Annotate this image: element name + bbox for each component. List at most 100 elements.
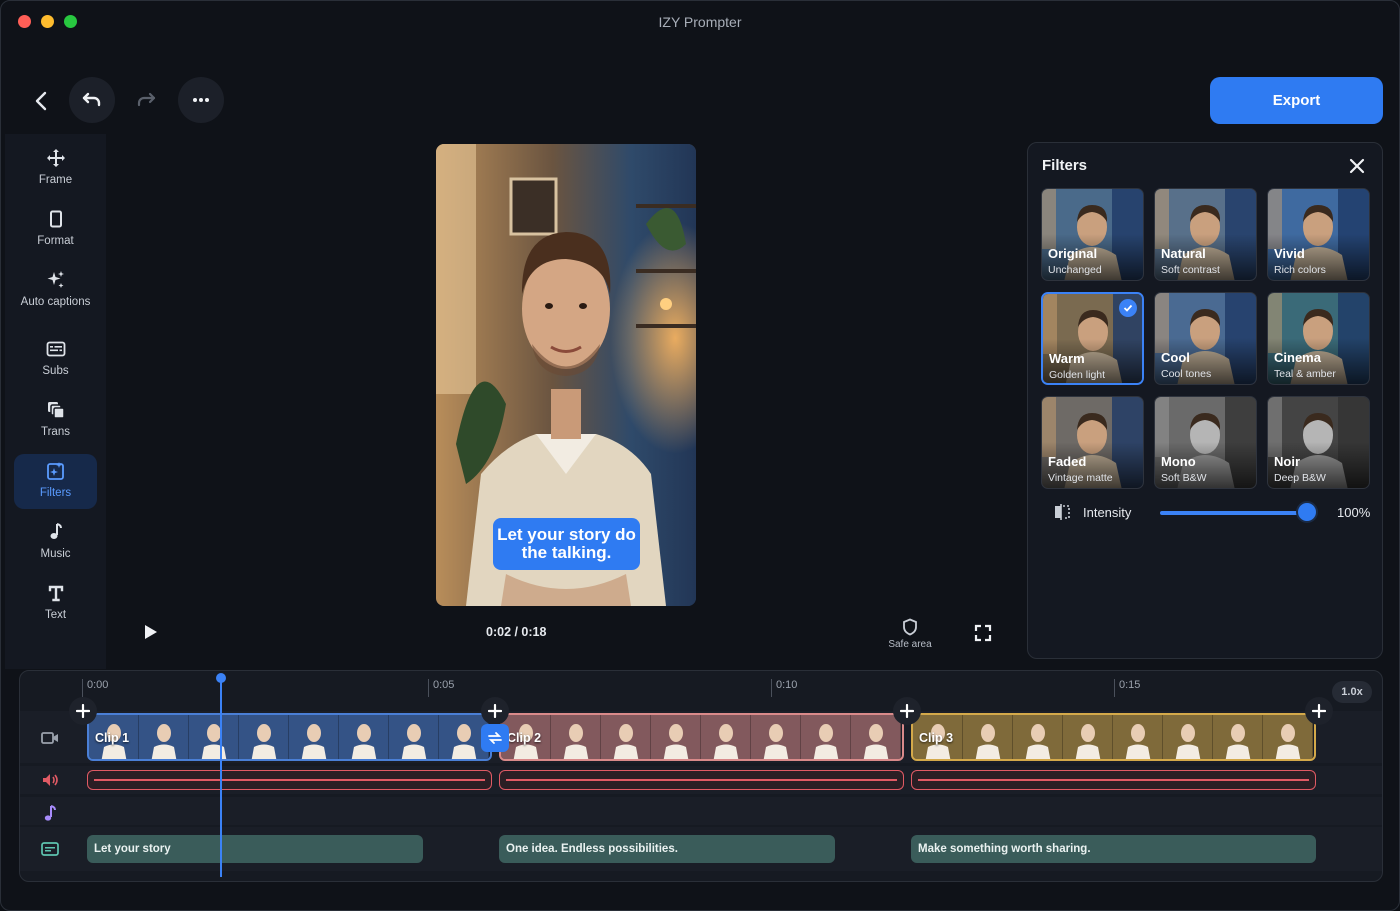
app-window: IZY Prompter Export Frame Format Auto ca…	[0, 0, 1400, 911]
play-button[interactable]	[139, 621, 161, 643]
close-filters-button[interactable]	[1346, 155, 1368, 177]
text-icon	[48, 585, 63, 602]
title-bar: IZY Prompter	[1, 1, 1399, 45]
clip-thumbnails	[89, 715, 489, 759]
tool-sidebar: Frame Format Auto captions Subs Trans Fi…	[5, 134, 106, 669]
back-button[interactable]	[23, 83, 59, 119]
export-button[interactable]: Export	[1210, 77, 1383, 124]
sidebar-item-label: Subs	[42, 365, 69, 377]
filter-tile-noir[interactable]: Noir Deep B&W	[1267, 396, 1370, 489]
sidebar-item-label: Auto captions	[20, 296, 91, 308]
video-clip-1[interactable]: Clip 1	[87, 713, 492, 761]
more-options-button[interactable]	[178, 77, 224, 123]
plus-icon	[1312, 704, 1326, 718]
add-clip-button[interactable]	[893, 697, 921, 725]
filter-description: Golden light	[1049, 369, 1106, 381]
filter-description: Deep B&W	[1274, 472, 1326, 484]
filter-tile-cool[interactable]: Cool Cool tones	[1154, 292, 1257, 385]
playback-speed-badge[interactable]: 1.0x	[1332, 681, 1372, 703]
filters-icon	[46, 462, 64, 480]
redo-button[interactable]	[123, 77, 169, 123]
filter-tile-vivid[interactable]: Vivid Rich colors	[1267, 188, 1370, 281]
intensity-slider-handle[interactable]	[1296, 501, 1318, 523]
sidebar-item-label: Frame	[38, 174, 73, 186]
audio-clip[interactable]	[499, 770, 904, 790]
fullscreen-icon	[974, 624, 992, 642]
filter-name: Noir	[1274, 454, 1300, 469]
filters-title: Filters	[1042, 157, 1088, 174]
filter-tile-original[interactable]: Original Unchanged	[1041, 188, 1144, 281]
speaker-icon	[43, 774, 58, 786]
subtitle-clip[interactable]: One idea. Endless possibilities.	[499, 835, 835, 863]
ruler-tick	[771, 679, 772, 697]
sidebar-item-trans[interactable]: Trans	[14, 398, 97, 453]
close-icon	[1349, 158, 1365, 174]
window-title: IZY Prompter	[658, 14, 742, 30]
shield-icon	[903, 618, 917, 636]
filter-name: Mono	[1161, 454, 1196, 469]
sidebar-item-filters[interactable]: Filters	[14, 454, 97, 509]
ruler-tick-label: 0:00	[87, 679, 109, 691]
audio-clip[interactable]	[87, 770, 492, 790]
undo-button[interactable]	[69, 77, 115, 123]
add-clip-button[interactable]	[1305, 697, 1333, 725]
intensity-value: 100%	[1337, 505, 1371, 520]
plus-icon	[76, 704, 90, 718]
sidebar-item-frame[interactable]: Frame	[14, 146, 97, 201]
play-icon	[145, 625, 157, 639]
undo-icon	[82, 92, 101, 107]
redo-icon	[137, 92, 156, 107]
filter-name: Cinema	[1274, 350, 1321, 365]
add-clip-button[interactable]	[481, 697, 509, 725]
clip-thumbnails	[501, 715, 901, 759]
filter-tile-mono[interactable]: Mono Soft B&W	[1154, 396, 1257, 489]
filter-description: Teal & amber	[1274, 368, 1336, 380]
add-clip-button[interactable]	[69, 697, 97, 725]
filter-tile-cinema[interactable]: Cinema Teal & amber	[1267, 292, 1370, 385]
ruler-tick-label: 0:10	[776, 679, 798, 691]
sidebar-item-subs[interactable]: Subs	[14, 337, 97, 392]
fullscreen-button[interactable]	[973, 623, 993, 643]
filter-description: Rich colors	[1274, 264, 1326, 276]
audio-clip[interactable]	[911, 770, 1316, 790]
sidebar-item-format[interactable]: Format	[14, 207, 97, 262]
safe-area-toggle[interactable]: Safe area	[881, 618, 939, 650]
filter-description: Cool tones	[1161, 368, 1212, 380]
chevron-left-icon	[35, 91, 47, 111]
ruler-tick	[428, 679, 429, 697]
sidebar-item-auto-captions[interactable]: Auto captions	[14, 268, 97, 326]
filter-description: Soft B&W	[1161, 472, 1207, 484]
filter-description: Unchanged	[1048, 264, 1102, 276]
compare-icon	[1055, 504, 1070, 520]
playhead-handle[interactable]	[216, 673, 226, 683]
video-clip-3[interactable]: Clip 3	[911, 713, 1316, 761]
subtitle-clip[interactable]: Let your story	[87, 835, 423, 863]
subtitles-track-icon	[41, 842, 59, 856]
music-note-icon	[44, 805, 56, 821]
intensity-control: Intensity 100%	[1050, 501, 1370, 525]
transition-swap-icon	[488, 732, 502, 744]
filter-tile-natural[interactable]: Natural Soft contrast	[1154, 188, 1257, 281]
ruler-tick	[82, 679, 83, 697]
sidebar-item-label: Filters	[39, 487, 72, 499]
timeline-panel: 0:00 0:05 0:10 0:15 1.0x Clip 1 Clip 2 Clip 3…	[19, 670, 1383, 882]
intensity-slider-track[interactable]	[1160, 511, 1310, 515]
filters-panel: Filters Original Unchanged Natural Soft con…	[1027, 142, 1383, 659]
clip-label: Clip 3	[919, 731, 954, 745]
caption-overlay[interactable]: Let your story do the talking.	[493, 518, 640, 570]
filter-description: Vintage matte	[1048, 472, 1113, 484]
filter-name: Natural	[1161, 246, 1206, 261]
subtitle-clip[interactable]: Make something worth sharing.	[911, 835, 1316, 863]
sidebar-item-music[interactable]: Music	[14, 520, 97, 575]
filter-name: Warm	[1049, 351, 1085, 366]
filter-name: Faded	[1048, 454, 1087, 469]
sidebar-item-label: Format	[37, 235, 74, 247]
filter-tile-warm[interactable]: Warm Golden light	[1041, 292, 1144, 385]
video-camera-icon	[41, 732, 58, 744]
filter-tile-faded[interactable]: Faded Vintage matte	[1041, 396, 1144, 489]
transition-button[interactable]	[481, 724, 509, 752]
ellipsis-icon	[193, 98, 209, 102]
sidebar-item-text[interactable]: Text	[14, 581, 97, 636]
video-clip-2[interactable]: Clip 2	[499, 713, 904, 761]
playhead[interactable]	[220, 677, 222, 877]
